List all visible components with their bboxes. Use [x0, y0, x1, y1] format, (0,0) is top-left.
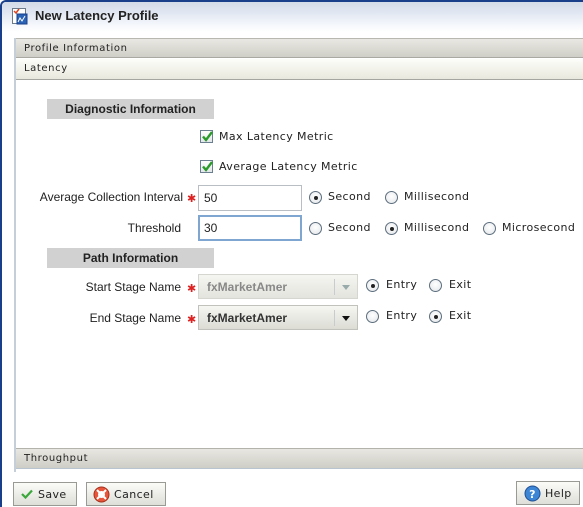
cancel-icon	[93, 486, 110, 506]
profile-information-header[interactable]: Profile Information	[16, 38, 583, 58]
threshold-millisecond-radio[interactable]	[385, 222, 398, 235]
interval-second-radio[interactable]	[309, 191, 322, 204]
threshold-microsecond-label: Microsecond	[502, 221, 576, 234]
end-stage-select[interactable]: fxMarketAmer	[198, 305, 358, 330]
help-icon: ?	[524, 485, 541, 505]
threshold-second-radio[interactable]	[309, 222, 322, 235]
end-entry-radio[interactable]	[366, 310, 379, 323]
start-entry-label: Entry	[386, 278, 418, 291]
required-icon: ✱	[187, 192, 197, 205]
avg-collection-interval-label: Average Collection Interval	[39, 190, 183, 204]
cancel-button[interactable]: Cancel	[86, 482, 166, 506]
average-latency-checkbox[interactable]	[200, 160, 213, 173]
dialog-title: New Latency Profile	[35, 8, 159, 23]
checkmark-icon	[202, 161, 213, 172]
checkmark-icon	[202, 131, 213, 142]
max-latency-checkbox[interactable]	[200, 130, 213, 143]
interval-millisecond-label: Millisecond	[404, 190, 470, 203]
path-information-heading: Path Information	[47, 248, 214, 268]
start-exit-label: Exit	[449, 278, 472, 291]
dropdown-arrow-icon	[342, 285, 350, 290]
threshold-input[interactable]: 30	[198, 215, 302, 241]
profile-panel: Profile Information Latency Diagnostic I…	[14, 38, 583, 472]
dropdown-arrow-icon[interactable]	[342, 316, 350, 321]
start-stage-value: fxMarketAmer	[207, 280, 288, 294]
end-stage-label: End Stage Name	[89, 311, 181, 325]
svg-text:?: ?	[529, 488, 536, 501]
interval-millisecond-radio[interactable]	[385, 191, 398, 204]
title-bar: New Latency Profile	[2, 2, 583, 32]
threshold-label: Threshold	[127, 221, 181, 235]
required-icon: ✱	[187, 282, 197, 295]
profile-icon	[12, 8, 28, 25]
start-stage-label: Start Stage Name	[85, 280, 181, 294]
end-exit-label: Exit	[449, 309, 472, 322]
end-stage-value: fxMarketAmer	[207, 311, 288, 325]
end-entry-label: Entry	[386, 309, 418, 322]
dialog-window: New Latency Profile Profile Information …	[0, 0, 583, 507]
avg-collection-interval-input[interactable]: 50	[198, 185, 302, 211]
start-entry-radio[interactable]	[366, 279, 379, 292]
start-exit-radio[interactable]	[429, 279, 442, 292]
average-latency-label: Average Latency Metric	[219, 160, 358, 173]
throughput-header[interactable]: Throughput	[16, 448, 583, 469]
diagnostic-information-heading: Diagnostic Information	[47, 99, 214, 119]
required-icon: ✱	[187, 313, 197, 326]
threshold-second-label: Second	[328, 221, 371, 234]
latency-header[interactable]: Latency	[16, 59, 583, 80]
threshold-millisecond-label: Millisecond	[404, 221, 470, 234]
end-exit-radio[interactable]	[429, 310, 442, 323]
save-button[interactable]: Save	[13, 482, 77, 506]
help-button[interactable]: ? Help	[516, 481, 580, 505]
max-latency-label: Max Latency Metric	[219, 130, 334, 143]
checkmark-icon	[21, 489, 33, 502]
threshold-microsecond-radio[interactable]	[483, 222, 496, 235]
interval-second-label: Second	[328, 190, 371, 203]
start-stage-select: fxMarketAmer	[198, 274, 358, 299]
